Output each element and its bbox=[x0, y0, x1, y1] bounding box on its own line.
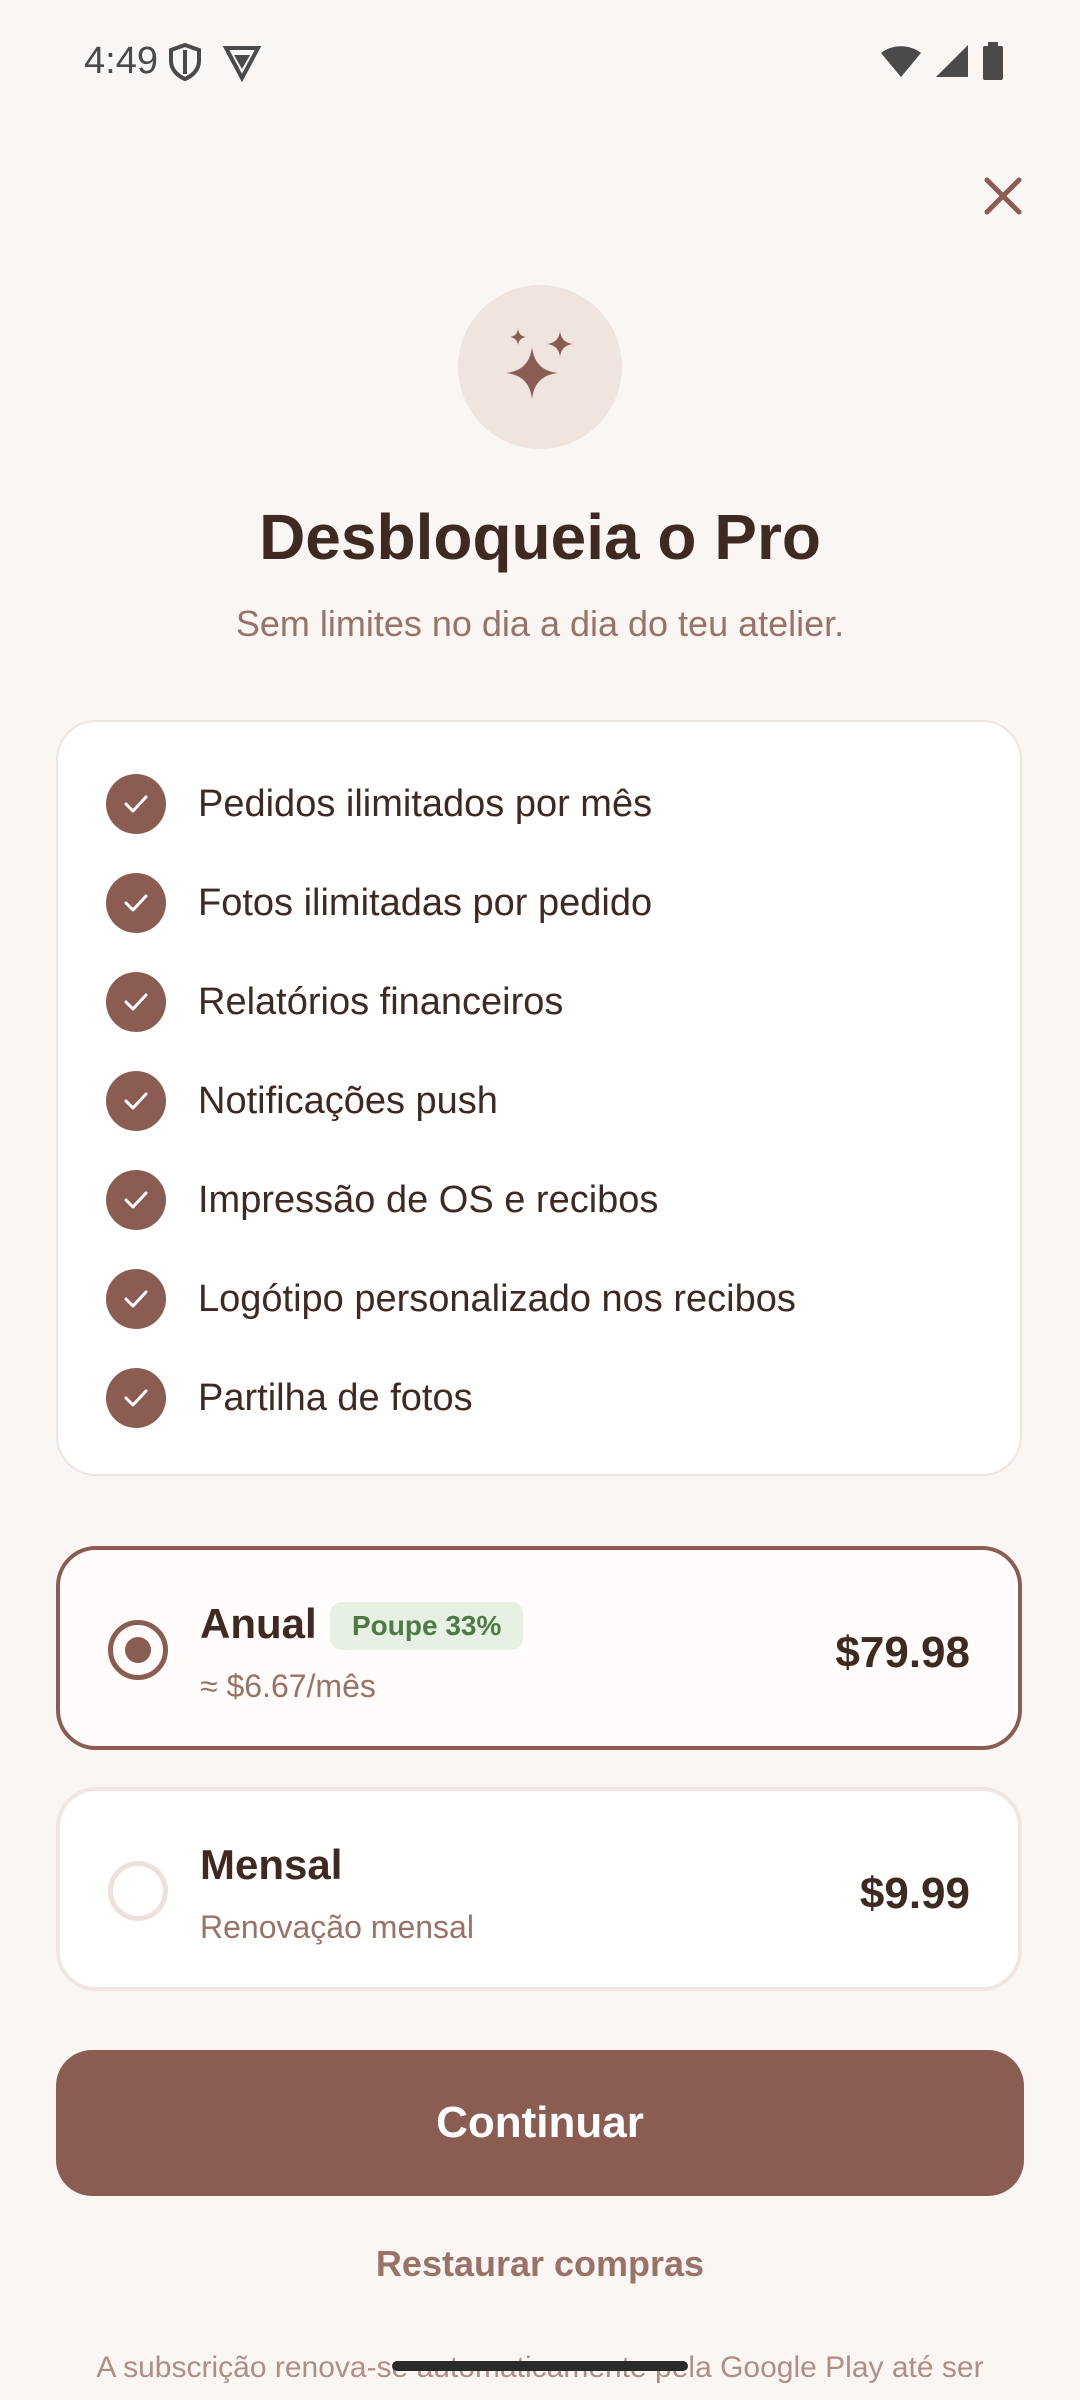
page-subtitle: Sem limites no dia a dia do teu atelier. bbox=[235, 603, 845, 644]
feature-item: Impressão de OS e recibos bbox=[106, 1168, 658, 1232]
plan-name: Anual bbox=[200, 1600, 317, 1647]
status-time: 4:49 bbox=[84, 40, 158, 82]
plan-annual-option[interactable]: Anual Poupe 33% ≈ $6.67/mês $79.98 bbox=[56, 1546, 1022, 1750]
status-bar: 4:49 bbox=[0, 0, 1080, 130]
restore-purchases-link[interactable]: Restaurar compras bbox=[0, 2243, 1080, 2285]
battery-icon bbox=[982, 42, 1004, 85]
continue-button[interactable]: Continuar bbox=[56, 2050, 1024, 2196]
status-right-icons bbox=[880, 42, 1004, 85]
feature-item: Fotos ilimitadas por pedido bbox=[106, 871, 652, 935]
check-icon bbox=[106, 774, 166, 834]
vpn-icon bbox=[222, 42, 262, 87]
shield-icon bbox=[168, 42, 202, 87]
feature-label: Partilha de fotos bbox=[198, 1376, 473, 1419]
feature-item: Partilha de fotos bbox=[106, 1366, 473, 1430]
plan-subtitle: ≈ $6.67/mês bbox=[200, 1668, 376, 1704]
check-icon bbox=[106, 972, 166, 1032]
hero-icon-circle bbox=[458, 285, 622, 449]
feature-item: Notificações push bbox=[106, 1069, 498, 1133]
feature-label: Fotos ilimitadas por pedido bbox=[198, 881, 653, 924]
plan-price: $9.99 bbox=[859, 1869, 970, 1918]
close-button[interactable] bbox=[970, 165, 1036, 231]
feature-label: Relatórios financeiros bbox=[198, 980, 564, 1023]
signal-icon bbox=[934, 43, 970, 84]
radio-selected[interactable] bbox=[108, 1620, 168, 1680]
feature-item: Relatórios financeiros bbox=[106, 970, 563, 1034]
feature-item: Pedidos ilimitados por mês bbox=[106, 772, 652, 836]
close-icon bbox=[983, 176, 1023, 221]
check-icon bbox=[106, 1071, 166, 1131]
page-title: Desbloqueia o Pro bbox=[259, 501, 821, 573]
feature-label: Logótipo personalizado nos recibos bbox=[198, 1277, 796, 1320]
feature-label: Pedidos ilimitados por mês bbox=[198, 782, 653, 825]
feature-label: Notificações push bbox=[198, 1079, 498, 1122]
feature-item: Logótipo personalizado nos recibos bbox=[106, 1267, 796, 1331]
plan-subtitle: Renovação mensal bbox=[200, 1909, 474, 1945]
plan-name: Mensal bbox=[200, 1841, 343, 1888]
wifi-icon bbox=[880, 43, 922, 84]
feature-label: Impressão de OS e recibos bbox=[198, 1178, 659, 1221]
check-icon bbox=[106, 1368, 166, 1428]
radio-unselected[interactable] bbox=[108, 1861, 168, 1921]
check-icon bbox=[106, 1269, 166, 1329]
plan-price: $79.98 bbox=[835, 1628, 970, 1677]
sparkles-icon bbox=[498, 323, 582, 412]
home-indicator[interactable] bbox=[392, 2361, 688, 2371]
features-card: Pedidos ilimitados por mês Fotos ilimita… bbox=[56, 720, 1022, 1476]
check-icon bbox=[106, 1170, 166, 1230]
plan-monthly-option[interactable]: Mensal Renovação mensal $9.99 bbox=[56, 1787, 1022, 1991]
status-left-icons bbox=[168, 42, 262, 87]
savings-badge: Poupe 33% bbox=[330, 1602, 524, 1650]
check-icon bbox=[106, 873, 166, 933]
